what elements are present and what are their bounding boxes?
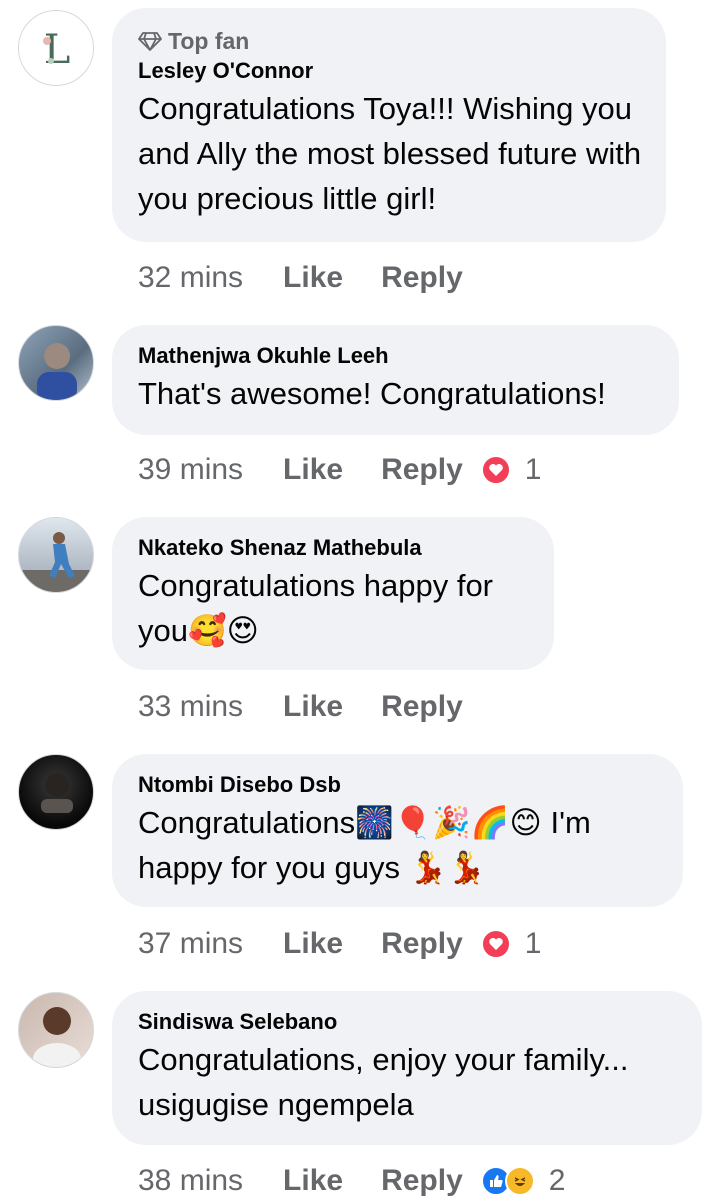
comment-author[interactable]: Ntombi Disebo Dsb: [138, 770, 657, 800]
comment-bubble: Nkateko Shenaz Mathebula Congratulations…: [112, 517, 554, 670]
svg-text:L: L: [44, 27, 71, 73]
reply-button[interactable]: Reply: [381, 690, 463, 724]
avatar[interactable]: [18, 517, 94, 593]
comment-actions: 38 mins Like Reply 2: [138, 1161, 565, 1201]
monogram-l-icon: L: [43, 27, 71, 73]
comment-actions: 33 mins Like Reply: [138, 687, 481, 727]
like-button[interactable]: Like: [283, 927, 343, 961]
profile-photo-icon: [33, 1007, 81, 1067]
reaction-count: 1: [524, 453, 542, 486]
comment-actions: 32 mins Like Reply: [138, 258, 481, 298]
reaction-summary[interactable]: 1: [480, 927, 542, 961]
comment-bubble: Sindiswa Selebano Congratulations, enjoy…: [112, 991, 702, 1145]
reply-button[interactable]: Reply: [381, 453, 463, 487]
diamond-icon: [138, 32, 162, 51]
avatar[interactable]: [18, 992, 94, 1068]
comment-time[interactable]: 32 mins: [138, 261, 243, 295]
haha-reaction-icon: [504, 1166, 535, 1196]
comment-author[interactable]: Lesley O'Connor: [138, 56, 640, 86]
reply-button[interactable]: Reply: [381, 1164, 463, 1198]
like-button[interactable]: Like: [283, 1164, 343, 1198]
comment-time[interactable]: 33 mins: [138, 690, 243, 724]
reaction-summary[interactable]: 1: [480, 453, 542, 487]
comment-bubble: Mathenjwa Okuhle Leeh That's awesome! Co…: [112, 325, 679, 435]
comment-text: Congratulations Toya!!! Wishing you and …: [138, 91, 642, 216]
reaction-summary[interactable]: 2: [480, 1164, 566, 1198]
like-button[interactable]: Like: [283, 453, 343, 487]
reaction-count: 1: [524, 927, 542, 960]
reply-button[interactable]: Reply: [381, 261, 463, 295]
comment-author[interactable]: Sindiswa Selebano: [138, 1007, 676, 1037]
profile-photo-icon: [19, 532, 93, 592]
comment-bubble: Top fan Lesley O'Connor Congratulations …: [112, 8, 666, 242]
comment-text: Congratulations happy for you🥰😍: [138, 568, 494, 648]
avatar[interactable]: [18, 754, 94, 830]
profile-photo-icon: [37, 343, 77, 400]
comment-text: Congratulations, enjoy your family... us…: [138, 1042, 629, 1122]
love-reaction-icon: [480, 455, 511, 485]
comment-time[interactable]: 38 mins: [138, 1164, 243, 1198]
like-button[interactable]: Like: [283, 690, 343, 724]
reaction-count: 2: [548, 1164, 566, 1197]
comment-text: Congratulations🎆🎈🎉🌈😊 I'm happy for you g…: [138, 805, 591, 885]
avatar[interactable]: [18, 325, 94, 401]
profile-photo-icon: [41, 773, 73, 813]
comment-time[interactable]: 39 mins: [138, 453, 243, 487]
comment-actions: 37 mins Like Reply 1: [138, 924, 541, 964]
reply-button[interactable]: Reply: [381, 927, 463, 961]
love-reaction-icon: [480, 929, 511, 959]
comment-bubble: Ntombi Disebo Dsb Congratulations🎆🎈🎉🌈😊 I…: [112, 754, 683, 907]
like-button[interactable]: Like: [283, 261, 343, 295]
comment-author[interactable]: Mathenjwa Okuhle Leeh: [138, 341, 653, 371]
comment-time[interactable]: 37 mins: [138, 927, 243, 961]
avatar[interactable]: L: [18, 10, 94, 86]
comment-author[interactable]: Nkateko Shenaz Mathebula: [138, 533, 528, 563]
comment-text: That's awesome! Congratulations!: [138, 376, 606, 411]
comment-actions: 39 mins Like Reply 1: [138, 450, 541, 490]
top-fan-badge: Top fan: [138, 26, 640, 56]
